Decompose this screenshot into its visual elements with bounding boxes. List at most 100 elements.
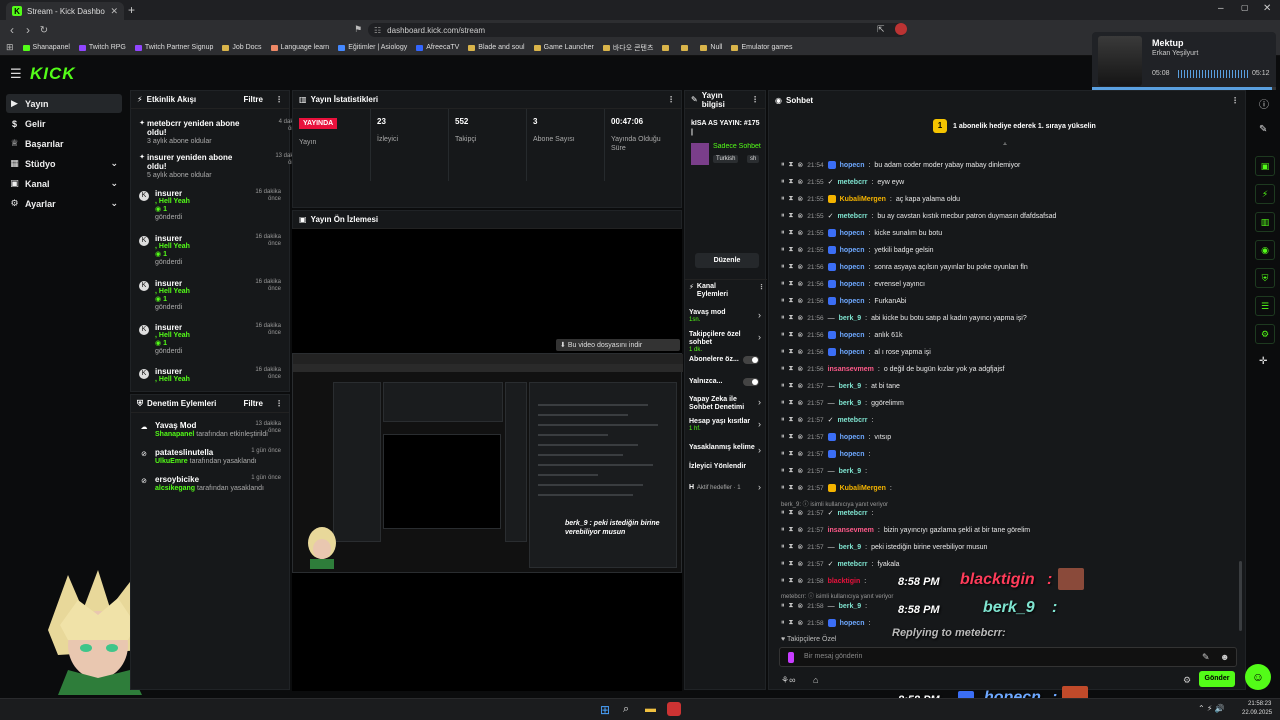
site-info-icon[interactable]: ☷ (374, 26, 381, 35)
message-username[interactable]: hopecn (840, 434, 865, 441)
bookmark-item[interactable]: Blade and soul (468, 44, 525, 51)
search-icon[interactable]: ⌕ (623, 703, 629, 716)
chat-message[interactable]: ⏸ ⧗ ⊗ 21:57 ✓ metebcrr: fyakala (781, 558, 900, 570)
pin-icon[interactable]: ⏸ (781, 348, 785, 356)
chat-message[interactable]: ⏸ ⧗ ⊗ 21:57— berk_9: at bi tane (781, 380, 900, 392)
ban-icon[interactable]: ⊗ (797, 365, 803, 373)
channel-action-raid[interactable]: İzleyici Yönlendir (689, 463, 763, 471)
ban-icon[interactable]: ⊗ (797, 382, 803, 390)
category-name[interactable]: Sadece Sohbet (713, 143, 765, 150)
ban-icon[interactable]: ⊗ (797, 560, 803, 568)
message-username[interactable]: hopecn (840, 264, 865, 271)
pinned-gift-banner[interactable]: 1 1 abonelik hediye ederek 1. sıraya yük… (933, 119, 1096, 133)
chat-message[interactable]: ⏸ ⧗ ⊗ 21:57— berk_9: (781, 465, 871, 477)
timeout-icon[interactable]: ⧗ (789, 331, 794, 339)
bookmark-item[interactable] (681, 44, 691, 51)
chat-message[interactable]: ⏸ ⧗ ⊗ 21:57 hopecn: vıtsıp (781, 431, 891, 443)
extension-icon[interactable] (895, 23, 907, 35)
bookmark-item[interactable]: Emulator games (731, 44, 792, 51)
message-username[interactable]: hopecn (840, 281, 865, 288)
pin-icon[interactable]: ⏸ (781, 382, 785, 390)
support-chat-button[interactable]: ☺ (1245, 664, 1271, 690)
timeout-icon[interactable]: ⧗ (789, 416, 794, 424)
chat-message[interactable]: ⏸ ⧗ ⊗ 21:56 hopecn: sonra asyaya açılsın yayı… (781, 261, 1028, 273)
chat-message[interactable]: ⏸ ⧗ ⊗ 21:55 hopecn: yetkili badge gelsin (781, 244, 934, 256)
ban-icon[interactable]: ⊗ (797, 331, 803, 339)
timeout-icon[interactable]: ⧗ (789, 348, 794, 356)
chat-message[interactable]: ⏸ ⧗ ⊗ 21:56 insansevmem: o değil de bugün kız… (781, 363, 1004, 375)
rail-button-activity[interactable]: ⚡ (1255, 184, 1275, 204)
ban-icon[interactable]: ⊗ (797, 212, 803, 220)
info-icon[interactable]: ⓘ (1259, 96, 1269, 111)
message-username[interactable]: metebcrr (837, 561, 867, 568)
ban-icon[interactable]: ⊗ (797, 246, 803, 254)
pin-icon[interactable]: ⏸ (781, 450, 785, 458)
more-options-icon[interactable]: ⋮ (667, 95, 675, 104)
ban-icon[interactable]: ⊗ (797, 484, 803, 492)
timeout-icon[interactable]: ⧗ (789, 280, 794, 288)
chat-input[interactable]: Bir mesaj gönderin ✎ ☻ (779, 647, 1237, 667)
sidebar-item-basarilar[interactable]: ♕ Başarılar (6, 134, 122, 153)
rail-button-preview[interactable]: ▣ (1255, 156, 1275, 176)
channel-action-banned-words[interactable]: Yasaklanmış kelime › (689, 444, 763, 455)
sidebar-item-kanal[interactable]: ▣ Kanal ⌄ (6, 174, 122, 193)
channel-action-account-age[interactable]: Hesap yaşı kısıtlar 1 hf. › (689, 418, 763, 432)
pin-icon[interactable]: ⏸ (781, 314, 785, 322)
timeout-icon[interactable]: ⧗ (789, 229, 794, 237)
store-icon[interactable]: ⌂ (813, 675, 818, 685)
pin-icon[interactable]: ⏸ (781, 560, 785, 568)
ban-icon[interactable]: ⊗ (797, 577, 803, 585)
chat-message[interactable]: ⏸ ⧗ ⊗ 21:57 insansevmem: bizin yayıncıyı gazl… (781, 524, 1030, 536)
message-username[interactable]: hopecn (840, 298, 865, 305)
chat-message[interactable]: ⏸ ⧗ ⊗ 21:56— berk_9: abi kicke bu botu satıp … (781, 312, 1027, 324)
message-username[interactable]: hopecn (840, 451, 865, 458)
chat-message[interactable]: ⏸ ⧗ ⊗ 21:56 hopecn: anlık 61k (781, 329, 902, 341)
bookmark-item[interactable]: Job Docs (222, 44, 262, 51)
message-username[interactable]: metebcrr (837, 510, 867, 517)
ban-icon[interactable]: ⊗ (797, 314, 803, 322)
emoji-icon[interactable]: ☻ (1220, 652, 1229, 662)
more-options-icon[interactable]: ⋮ (275, 399, 283, 408)
channel-action-followers-only[interactable]: Takipçilere özel sohbet 1 dk. › (689, 331, 763, 353)
bookmark-item[interactable]: 바다오 콘텐츠 (602, 43, 653, 53)
pin-icon[interactable]: ⏸ (781, 399, 785, 407)
chat-message[interactable]: ⏸ ⧗ ⊗ 21:57 KubaliMergen: (781, 482, 896, 494)
menu-icon[interactable]: ☰ (10, 66, 22, 82)
system-tray-icon[interactable]: ⌃ ⚡ 🔊 (1198, 704, 1225, 713)
timeout-icon[interactable]: ⧗ (789, 467, 794, 475)
timeout-icon[interactable]: ⧗ (789, 484, 794, 492)
ban-icon[interactable]: ⊗ (797, 348, 803, 356)
pin-icon[interactable]: ⏸ (781, 195, 785, 203)
timeout-icon[interactable]: ⧗ (789, 178, 794, 186)
ban-icon[interactable]: ⊗ (797, 433, 803, 441)
more-options-icon[interactable]: ⋮ (275, 95, 283, 104)
pin-icon[interactable]: ⏸ (781, 602, 785, 610)
message-username[interactable]: hopecn (840, 247, 865, 254)
pencil-icon[interactable]: ✎ (1259, 124, 1267, 135)
timeout-icon[interactable]: ⧗ (789, 526, 794, 534)
channel-action-emote-only[interactable]: Yalnızca... (689, 378, 763, 386)
chat-message[interactable]: ⏸ ⧗ ⊗ 21:56 hopecn: FurkanAbi (781, 295, 906, 307)
message-username[interactable]: hopecn (840, 332, 865, 339)
message-username[interactable]: hopecn (840, 230, 865, 237)
ban-icon[interactable]: ⊗ (797, 416, 803, 424)
activity-filter-button[interactable]: Filtre (243, 95, 263, 104)
chat-message[interactable]: ⏸ ⧗ ⊗ 21:57 hopecn: (781, 448, 874, 460)
chat-message[interactable]: ⏸ ⧗ ⊗ 21:55 ✓ metebcrr: eyw eyw (781, 176, 904, 188)
chat-message[interactable]: ⏸ ⧗ ⊗ 21:58 hopecn: (781, 617, 874, 629)
rail-button-tools[interactable]: ⚙ (1255, 324, 1275, 344)
timeout-icon[interactable]: ⧗ (789, 577, 794, 585)
timeout-icon[interactable]: ⧗ (789, 619, 794, 627)
ban-icon[interactable]: ⊗ (797, 195, 803, 203)
more-options-icon[interactable]: ⋮ (1231, 96, 1239, 105)
pin-icon[interactable]: ⏸ (781, 543, 785, 551)
message-username[interactable]: metebcrr (837, 179, 867, 186)
timeout-icon[interactable]: ⧗ (789, 161, 794, 169)
channel-action-goals[interactable]: H Aktif hedefler · 1 › (689, 481, 763, 492)
toggle-switch[interactable] (743, 378, 759, 386)
close-tab-icon[interactable]: ✕ (110, 6, 118, 17)
ban-icon[interactable]: ⊗ (797, 526, 803, 534)
apps-grid-icon[interactable]: ⊞ (6, 42, 14, 53)
chat-message[interactable]: ⏸ ⧗ ⊗ 21:58 blacktigin: (781, 575, 870, 587)
message-username[interactable]: KubaliMergen (840, 196, 886, 203)
